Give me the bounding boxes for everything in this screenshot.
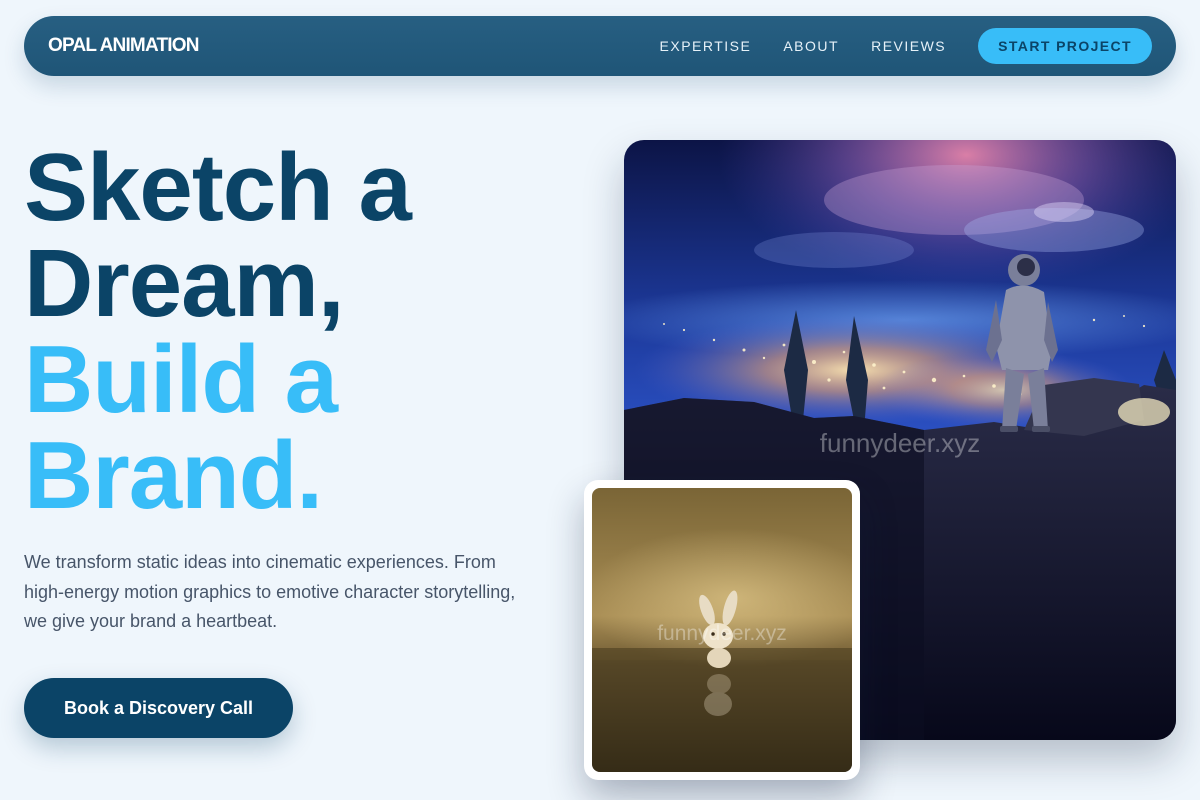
nav-link-expertise[interactable]: EXPERTISE: [660, 38, 752, 54]
top-navbar: OPAL ANIMATION EXPERTISE ABOUT REVIEWS S…: [24, 16, 1176, 76]
hero-headline-line-2: Dream,: [24, 230, 344, 337]
secondary-image-watermark: funnydeer.xyz: [657, 622, 787, 645]
nav-link-about[interactable]: ABOUT: [783, 38, 839, 54]
nav-link-reviews[interactable]: REVIEWS: [871, 38, 946, 54]
hero-secondary-image-card: funnydeer.xyz: [584, 480, 860, 780]
hero-headline-line-3: Build a: [24, 326, 338, 433]
main-image-watermark: funnydeer.xyz: [820, 428, 980, 458]
brand-logo[interactable]: OPAL ANIMATION: [48, 35, 199, 57]
start-project-button[interactable]: START PROJECT: [978, 28, 1152, 64]
bunny-toy-image: funnydeer.xyz: [592, 488, 852, 772]
book-discovery-call-button[interactable]: Book a Discovery Call: [24, 678, 293, 738]
hero-headline: Sketch a Dream, Build a Brand.: [24, 134, 412, 529]
hero-description: We transform static ideas into cinematic…: [24, 552, 516, 631]
hero-headline-line-1: Sketch a: [24, 134, 412, 241]
nav-links: EXPERTISE ABOUT REVIEWS START PROJECT: [660, 28, 1152, 64]
hero-headline-line-4: Brand.: [24, 422, 323, 529]
secondary-image-frame: funnydeer.xyz: [592, 488, 852, 772]
